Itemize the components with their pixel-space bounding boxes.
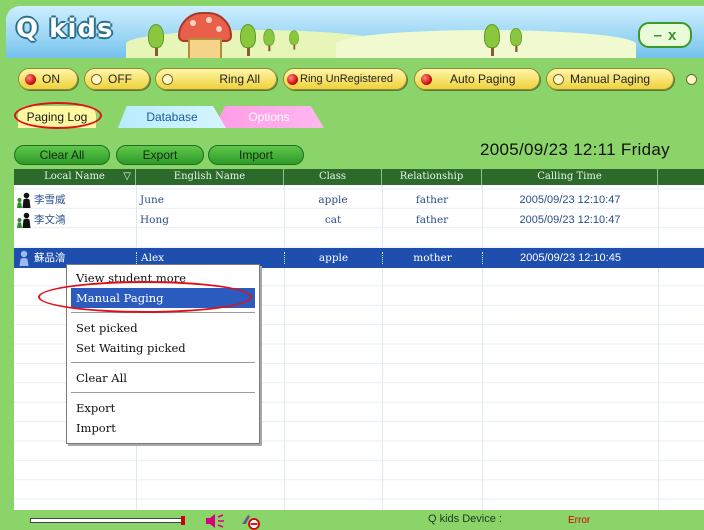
led-icon [162,73,173,85]
row-context-menu: View student more information Manual Pag… [66,264,260,444]
tab-paging-log[interactable]: Paging Log [18,106,96,128]
paging-toolbar: ON OFF Ring All Ring UnRegistered Auto P… [0,64,704,94]
local-name-text: 李雪威 [34,194,66,206]
title-bar: Q kids – x [6,6,704,58]
window-controls: – x [638,22,692,48]
table-row[interactable]: 李文鴻 Hong cat father 2005/09/23 12:10:47 [14,210,704,230]
child-icon [19,250,29,266]
ring-all-button[interactable]: Ring All [155,68,277,90]
cell-english-name: June [140,194,164,206]
status-bar: Q kids Device : Error [0,510,704,530]
auto-paging-button[interactable]: Auto Paging [414,68,540,90]
off-label: OFF [108,72,132,86]
column-header-relationship[interactable]: Relationship [382,169,482,185]
import-button[interactable]: Import [208,145,304,165]
export-button[interactable]: Export [116,145,204,165]
cell-relationship: mother [382,252,482,264]
speaker-icon[interactable] [204,513,226,529]
cell-class: cat [324,214,342,226]
menu-item-view-info[interactable]: View student more information [71,268,255,305]
minimize-button[interactable]: – [654,28,662,43]
cell-relationship: father [415,214,449,226]
device-status-text: Error [568,515,591,526]
led-icon [421,73,432,85]
table-row[interactable]: 李雪威 June apple father 2005/09/23 12:10:4… [14,190,704,210]
parent-child-icon [17,212,31,228]
led-icon [91,73,102,85]
cell-calling-time: 2005/09/23 12:10:47 [519,214,621,226]
tree-icon [510,28,522,52]
cell-class: apple [284,252,382,264]
manual-paging-label: Manual Paging [570,72,651,86]
local-name-text: 蘇品澮 [34,252,66,264]
ring-unregistered-button[interactable]: Ring UnRegistered [283,68,407,90]
on-label: ON [42,72,60,86]
parent-child-icon [17,192,31,208]
tree-icon [240,24,256,56]
led-icon [287,73,298,85]
cell-relationship: father [415,194,449,206]
tab-database[interactable]: Database [118,106,226,128]
cell-local-name: 李文鴻 [14,212,136,228]
led-icon [553,73,564,85]
volume-slider[interactable] [30,516,185,525]
volume-slider-thumb[interactable] [181,516,185,525]
status-led-icon [686,74,697,85]
off-button[interactable]: OFF [84,68,150,90]
cell-local-name: 李雪威 [14,192,136,208]
tree-icon [148,24,164,56]
column-header-calling-time[interactable]: Calling Time [482,169,658,185]
column-header-class[interactable]: Class [284,169,382,185]
cell-english-name: Hong [140,214,169,226]
table-header: Local Name ▽ English Name Class Relation… [14,169,704,185]
menu-item-manual-paging[interactable]: Manual Paging [71,288,255,308]
cell-calling-time: 2005/09/23 12:10:45 [482,252,658,264]
led-icon [25,73,36,85]
column-header-local-name[interactable]: Local Name ▽ [14,169,136,185]
tree-icon [484,24,500,56]
menu-separator [71,362,255,363]
tab-options[interactable]: Options [214,106,324,128]
menu-item-export[interactable]: Export [71,398,255,418]
sort-indicator-icon: ▽ [123,171,131,182]
house-icon [178,12,232,58]
menu-separator [71,312,255,313]
clear-all-button[interactable]: Clear All [14,145,110,165]
ring-unregistered-label: Ring UnRegistered [300,73,393,85]
tab-bar: Options Database Paging Log [0,100,704,130]
menu-item-set-picked[interactable]: Set picked [71,318,255,338]
menu-item-set-waiting-picked[interactable]: Set Waiting picked [71,338,255,358]
tree-icon [289,30,299,50]
app-window: Q kids – x ON OFF Ring All Ring UnRegist… [0,0,704,530]
manual-paging-button[interactable]: Manual Paging [546,68,674,90]
date-time-display: 2005/09/23 12:11 Friday [480,140,670,159]
on-button[interactable]: ON [18,68,78,90]
device-label: Q kids Device : [428,513,502,525]
cell-class: apple [318,194,348,206]
cell-calling-time: 2005/09/23 12:10:47 [519,194,621,206]
menu-item-import[interactable]: Import [71,418,255,438]
local-name-text: 李文鴻 [34,214,66,226]
column-header-english-name[interactable]: English Name [136,169,284,185]
column-header-extra [658,169,704,185]
app-logo: Q kids [16,14,114,44]
close-button[interactable]: x [668,28,676,43]
auto-paging-label: Auto Paging [450,72,516,86]
no-device-icon [242,515,260,530]
ring-all-label: Ring All [219,72,260,86]
menu-separator [71,392,255,393]
tree-icon [263,28,275,52]
menu-item-clear-all[interactable]: Clear All [71,368,255,388]
cell-english-name: Alex [136,252,284,264]
